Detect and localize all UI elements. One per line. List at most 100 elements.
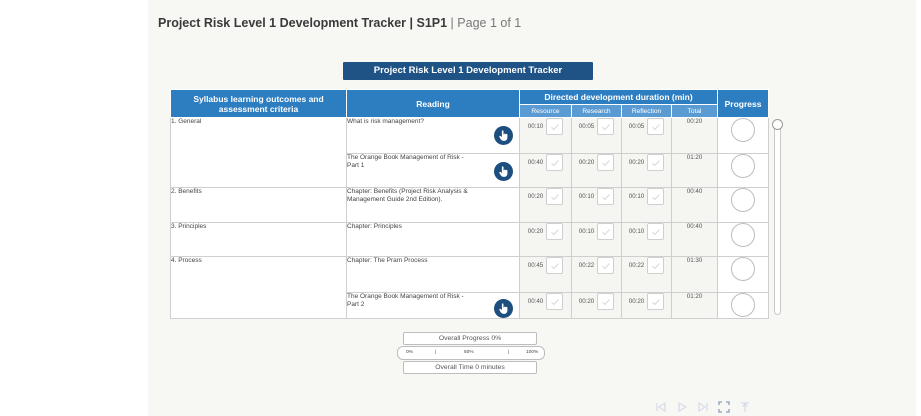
research-checkbox[interactable]: [597, 118, 615, 135]
checkmark-icon: [651, 228, 660, 235]
pin-button[interactable]: [739, 401, 751, 413]
scale-mid: 50%: [464, 350, 474, 355]
reading-label: Chapter: Benefits (Project Risk Analysis…: [347, 188, 468, 203]
research-checkbox[interactable]: [597, 223, 615, 240]
research-checkbox[interactable]: [597, 257, 615, 274]
header-resource: Resource: [519, 104, 572, 118]
reflection-checkbox[interactable]: [647, 188, 665, 205]
resource-time: 00:10: [527, 123, 544, 130]
header-research: Research: [571, 104, 622, 118]
tracker-banner: Project Risk Level 1 Development Tracker: [343, 62, 593, 80]
hand-pointer-icon: [499, 130, 508, 141]
overall-time-label: Overall Time 0 minutes: [403, 361, 537, 374]
checkmark-icon: [601, 228, 610, 235]
checkmark-icon: [550, 298, 559, 305]
reflection-checkbox[interactable]: [647, 118, 665, 135]
checkmark-icon: [601, 159, 610, 166]
checkmark-icon: [550, 159, 559, 166]
open-reading-button[interactable]: [494, 299, 513, 318]
first-page-button[interactable]: [655, 401, 667, 413]
total-time: 00:40: [686, 188, 703, 195]
reading-cell: The Orange Book Management of Risk - Par…: [346, 292, 520, 319]
total-time: 01:20: [686, 154, 703, 161]
progress-circle: [731, 188, 756, 212]
resource-checkbox[interactable]: [546, 188, 564, 205]
resource-checkbox[interactable]: [546, 154, 564, 171]
outcome-cell: 3. Principles: [170, 222, 347, 257]
research-checkbox[interactable]: [597, 188, 615, 205]
reflection-time: 00:20: [628, 159, 645, 166]
scrollbar-track[interactable]: [774, 122, 781, 315]
total-time: 01:20: [686, 293, 703, 300]
reading-cell: Chapter: The Pram Process: [346, 256, 520, 293]
research-time: 00:20: [578, 159, 595, 166]
reading-label: Chapter: The Pram Process: [347, 257, 428, 264]
fullscreen-button[interactable]: [718, 401, 730, 413]
header-outcomes: Syllabus learning outcomes and assessmen…: [170, 89, 347, 118]
reading-label: Chapter: Principles: [347, 223, 402, 230]
overall-progress-bar: 0% | 50% | 100%: [397, 346, 545, 360]
header-progress: Progress: [717, 89, 770, 118]
header-total: Total: [670, 104, 719, 118]
last-page-icon: [698, 402, 708, 412]
total-time: 01:30: [686, 257, 703, 264]
scale-max: 100%: [526, 350, 539, 355]
play-button[interactable]: [676, 401, 688, 413]
page-title: Project Risk Level 1 Development Tracker…: [158, 16, 448, 30]
reading-cell: The Orange Book Management of Risk - Par…: [346, 153, 520, 188]
resource-time: 00:20: [527, 228, 544, 235]
page-header: Project Risk Level 1 Development Tracker…: [158, 16, 521, 34]
page-separator: |: [450, 16, 454, 30]
reflection-checkbox[interactable]: [647, 223, 665, 240]
open-reading-button[interactable]: [494, 162, 513, 181]
table-row: 2. Benefits Chapter: Benefits (Project R…: [170, 187, 770, 223]
resource-checkbox[interactable]: [546, 257, 564, 274]
reading-cell: Chapter: Benefits (Project Risk Analysis…: [346, 187, 520, 223]
header-reading: Reading: [346, 89, 520, 118]
table-row: 4. Process Chapter: The Pram Process 00:…: [170, 256, 770, 319]
checkmark-icon: [550, 193, 559, 200]
resource-checkbox[interactable]: [546, 118, 564, 135]
outcome-label: 2. Benefits: [171, 188, 202, 195]
research-time: 00:10: [578, 193, 595, 200]
resource-checkbox[interactable]: [546, 223, 564, 240]
tracker-table: Syllabus learning outcomes and assessmen…: [170, 89, 770, 319]
progress-circle: [731, 257, 756, 281]
last-page-button[interactable]: [697, 401, 709, 413]
checkmark-icon: [651, 159, 660, 166]
reflection-checkbox[interactable]: [647, 293, 665, 310]
resource-time: 00:20: [527, 193, 544, 200]
checkmark-icon: [651, 262, 660, 269]
reflection-time: 00:22: [628, 262, 645, 269]
resource-checkbox[interactable]: [546, 293, 564, 310]
research-time: 00:20: [578, 298, 595, 305]
open-reading-button[interactable]: [494, 126, 513, 145]
reflection-checkbox[interactable]: [647, 257, 665, 274]
reading-label: The Orange Book Management of Risk - Par…: [347, 154, 464, 169]
overall-progress-label: Overall Progress 0%: [403, 332, 537, 345]
reflection-checkbox[interactable]: [647, 154, 665, 171]
header-duration: Directed development duration (min): [518, 89, 719, 105]
scrollbar-thumb[interactable]: [772, 119, 783, 130]
checkmark-icon: [651, 193, 660, 200]
table-row: 1. General What is risk management? 00:1…: [170, 117, 770, 188]
outcome-cell: 4. Process: [170, 256, 347, 319]
progress-circle: [731, 118, 756, 142]
hand-pointer-icon: [499, 303, 508, 314]
reflection-time: 00:20: [628, 298, 645, 305]
reflection-time: 00:10: [628, 228, 645, 235]
reading-cell: What is risk management?: [346, 117, 520, 154]
reading-cell: Chapter: Principles: [346, 222, 520, 257]
outcome-label: 4. Process: [171, 257, 202, 264]
progress-circle: [731, 293, 756, 317]
reading-label: The Orange Book Management of Risk - Par…: [347, 293, 464, 308]
resource-time: 00:40: [527, 159, 544, 166]
progress-circle: [731, 223, 756, 247]
research-checkbox[interactable]: [597, 293, 615, 310]
total-time: 00:40: [686, 223, 703, 230]
research-time: 00:05: [578, 123, 595, 130]
overall-summary: Overall Progress 0% 0% | 50% | 100% Over…: [397, 332, 545, 374]
table-row: 3. Principles Chapter: Principles 00:20 …: [170, 222, 770, 257]
reflection-time: 00:05: [628, 123, 645, 130]
research-checkbox[interactable]: [597, 154, 615, 171]
